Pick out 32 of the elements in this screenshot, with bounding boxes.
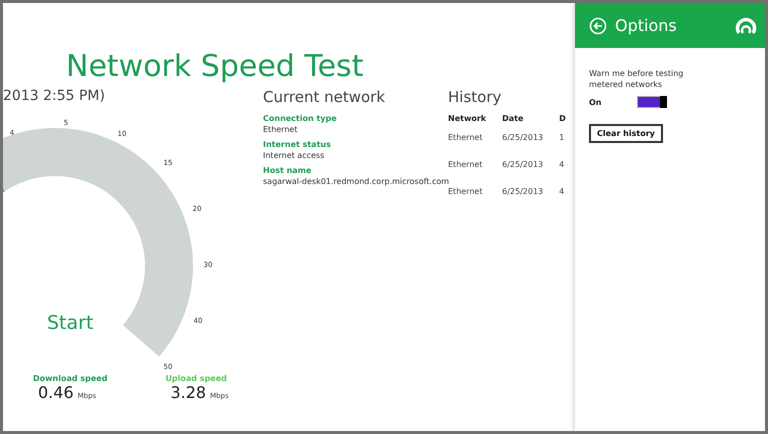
field-label: Connection type	[263, 114, 338, 123]
clear-history-button[interactable]: Clear history	[589, 124, 663, 143]
back-icon[interactable]	[589, 16, 607, 34]
pane-title: Options	[615, 16, 678, 35]
table-cell-text: Ethernet	[448, 187, 484, 198]
table-cell-text: 6/25/2013	[502, 187, 544, 198]
section-heading: History	[448, 88, 502, 106]
table-cell-text: 6/25/2013	[502, 160, 544, 171]
table-cell-text: 1	[559, 133, 566, 144]
last-test-time: 2013 2:55 PM)	[3, 88, 106, 104]
table-cell-text: 6/25/2013	[502, 133, 544, 144]
table-cell-text: Ethernet	[448, 160, 484, 171]
app-title: Network Speed Test	[66, 49, 364, 84]
column-header: Date	[502, 114, 524, 125]
setting-label: Warn me before testing metered networks	[589, 68, 684, 90]
result-label: Upload speed	[165, 374, 228, 383]
table-cell-text: 4	[559, 160, 566, 171]
speed-value: 0.46	[38, 383, 74, 402]
toggle-label: On	[589, 98, 602, 106]
table-cell-text: 4	[559, 187, 566, 198]
section-heading: Current network	[263, 88, 386, 106]
field-value: Ethernet	[263, 125, 298, 134]
result-label: Download speed	[33, 374, 108, 383]
column-header: D	[559, 114, 567, 125]
field-value: sagarwal-desk01.redmond.corp.microsoft.com	[263, 177, 448, 186]
speed-value: 3.28	[170, 383, 206, 402]
field-label: Host name	[263, 166, 312, 175]
table-cell-text: Ethernet	[448, 133, 484, 144]
field-value: Internet access	[263, 151, 326, 160]
toggle-switch[interactable]	[637, 96, 667, 108]
field-label: Internet status	[263, 140, 332, 149]
column-header: Network	[448, 114, 488, 125]
